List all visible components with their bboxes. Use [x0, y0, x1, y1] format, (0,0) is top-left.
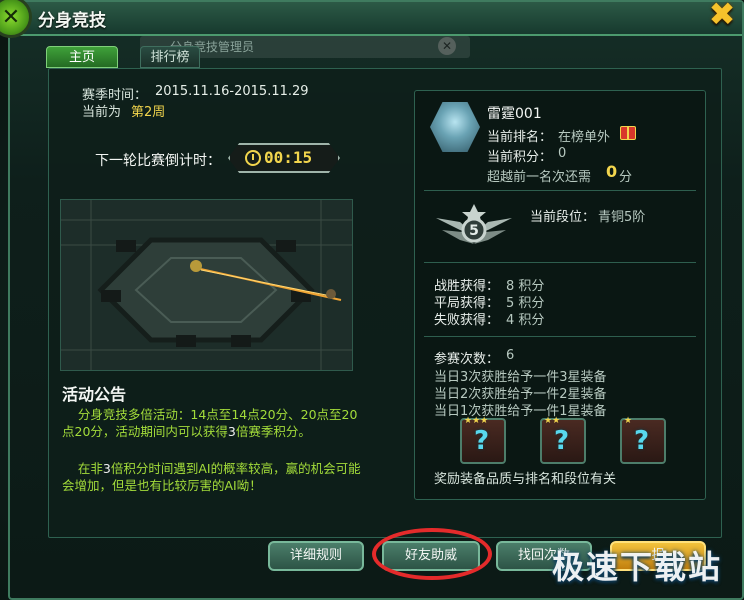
reward-quality-tip: 奖励装备品质与排名和段位有关 [434, 472, 617, 487]
bronze-rank-badge-icon: 5 [436, 204, 512, 244]
star-icon: ★★★ [464, 416, 489, 426]
reward-2-star[interactable]: ★★ ? [540, 416, 586, 464]
notice-title: 活动公告 [62, 385, 127, 404]
rules-button[interactable]: 详细规则 [268, 541, 364, 571]
current-rank-value: 在榜单外 [558, 130, 611, 145]
points-needed-unit: 分 [619, 170, 633, 185]
countdown-label: 下一轮比赛倒计时： [95, 153, 221, 169]
notice-p1-text-c: 倍赛季积分。 [235, 424, 311, 439]
reward-3-star[interactable]: ★★★ ? [460, 416, 506, 464]
current-rank-label: 当前排名： [487, 130, 553, 145]
tab-home[interactable]: 主页 [46, 46, 118, 68]
mystery-item-icon: ? [554, 426, 570, 456]
current-week-value: 第2周 [131, 105, 166, 120]
season-dates: 2015.11.16-2015.11.29 [155, 84, 309, 99]
reward-1-star[interactable]: ★ ? [620, 416, 666, 464]
reward-rule-1-win: 当日1次获胜给予一件1星装备 [434, 404, 607, 419]
loss-points-value: 4 积分 [506, 313, 545, 328]
divider [424, 336, 696, 337]
player-name: 雷霆001 [487, 106, 542, 122]
watermark-logo: 极速下载站 [552, 548, 723, 586]
background-close-icon: ✕ [438, 37, 456, 55]
mystery-item-icon: ? [634, 426, 650, 456]
divider [424, 190, 696, 191]
notice-paragraph-2: 在非3倍积分时间遇到AI的概率较高，赢的机会可能会增加，但是也有比较厉害的AI呦… [62, 460, 362, 494]
participation-label: 参赛次数： [434, 352, 500, 367]
points-needed-label: 超越前一名次还需 [487, 170, 592, 185]
tab-leaderboard[interactable]: 排行榜 [140, 46, 200, 68]
countdown-timer: 00:15 [264, 148, 313, 167]
notice-p2-multiplier: 3 [102, 461, 111, 476]
window-title: 分身竞技 [38, 11, 106, 31]
close-button[interactable]: ✖ [702, 0, 742, 30]
notice-paragraph-1: 分身竞技多倍活动：14点至14点20分、20点至20点20分，活动期间内可以获得… [62, 406, 362, 440]
current-score-label: 当前积分： [487, 150, 553, 165]
current-score-value: 0 [558, 146, 567, 161]
notice-p1-multiplier: 3 [227, 424, 236, 439]
rank-badge-number: 5 [469, 223, 479, 239]
divider [424, 262, 696, 263]
points-needed-value: 0 [606, 162, 618, 181]
current-tier-label: 当前段位： [530, 210, 596, 225]
notice-p1-text-a: 分身竞技多倍活动：14点至14点20分、20点至20点20分，活动期间内可以获得 [62, 407, 358, 439]
loss-points-label: 失败获得： [434, 313, 500, 328]
title-bar [10, 2, 742, 36]
participation-value: 6 [506, 348, 515, 363]
current-week-label: 当前为 [82, 105, 122, 120]
notice-p2-text-a: 在非 [77, 461, 103, 476]
current-tier-value: 青铜5阶 [598, 210, 646, 225]
star-icon: ★★ [544, 416, 561, 426]
clock-icon [245, 150, 261, 166]
arena-preview-image [60, 199, 353, 371]
mystery-item-icon: ? [474, 426, 490, 456]
highlight-ring [372, 528, 492, 580]
gift-icon[interactable] [620, 126, 636, 140]
star-icon: ★ [624, 416, 633, 426]
